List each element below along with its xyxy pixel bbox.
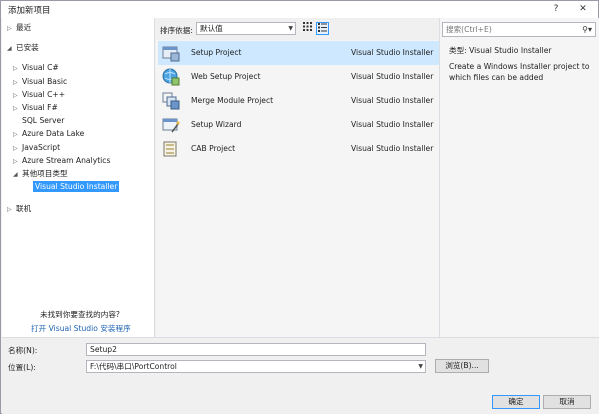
title-bar: 添加新项目 ? ✕ — [1, 1, 598, 18]
tree-item-visual-fsharp[interactable]: ▷ Visual F# — [13, 102, 58, 114]
ok-button[interactable]: 确定 — [492, 395, 540, 409]
template-cab-project[interactable]: CAB Project Visual Studio Installer — [158, 137, 439, 161]
sort-label: 排序依据: — [160, 26, 193, 35]
tree-item-azure-data-lake[interactable]: ▷ Azure Data Lake — [13, 128, 84, 140]
tree-item-sql-server[interactable]: SQL Server — [13, 115, 64, 127]
expand-arrow-icon[interactable]: ▷ — [13, 129, 22, 141]
tree-item-visual-cpp[interactable]: ▷ Visual C++ — [13, 89, 65, 101]
grid-view-icon[interactable] — [301, 22, 314, 35]
collapse-arrow-icon[interactable]: ◢ — [7, 43, 16, 55]
tree-item-visual-basic[interactable]: ▷ Visual Basic — [13, 76, 67, 88]
template-list-panel: 排序依据: 默认值 ▼ Setup Project Visual Studio … — [156, 18, 439, 337]
merge-module-icon — [162, 92, 180, 110]
tree-item-azure-stream-analytics[interactable]: ▷ Azure Stream Analytics — [13, 155, 110, 167]
chevron-down-icon: ▼ — [288, 25, 293, 32]
expand-arrow-icon[interactable]: ▷ — [13, 103, 22, 115]
template-setup-wizard[interactable]: Setup Wizard Visual Studio Installer — [158, 113, 439, 137]
browse-button[interactable]: 浏览(B)... — [435, 359, 489, 373]
chevron-down-icon[interactable]: ▼ — [418, 361, 423, 372]
cancel-button[interactable]: 取消 — [543, 395, 591, 409]
tree-item-recent[interactable]: ▷ 最近 — [7, 22, 31, 34]
tree-item-online[interactable]: ▷ 联机 — [7, 203, 31, 215]
location-field[interactable]: F:\代码\串口\PortControl ▼ — [86, 360, 426, 373]
tree-item-javascript[interactable]: ▷ JavaScript — [13, 142, 60, 154]
expand-arrow-icon[interactable]: ▷ — [7, 204, 16, 216]
project-form: 名称(N): Setup2 位置(L): F:\代码\串口\PortContro… — [2, 337, 599, 414]
setup-project-icon — [162, 44, 180, 62]
setup-wizard-icon — [162, 116, 180, 134]
location-label: 位置(L): — [8, 363, 36, 372]
template-type-label: 类型: Visual Studio Installer — [449, 46, 552, 55]
dialog-title: 添加新项目 — [8, 6, 51, 16]
template-web-setup-project[interactable]: Web Setup Project Visual Studio Installe… — [158, 65, 439, 89]
expand-arrow-icon[interactable]: ▷ — [13, 90, 22, 102]
tree-item-visual-studio-installer[interactable]: Visual Studio Installer — [24, 181, 120, 193]
category-tree: ▷ 最近 ◢ 已安装 ▷ Visual C# ▷ Visual Basic ▷ Visua… — [2, 18, 155, 337]
name-label: 名称(N): — [8, 346, 38, 355]
template-description: Create a Windows Installer project to wh… — [449, 62, 590, 82]
help-button[interactable]: ? — [545, 1, 567, 18]
tree-item-other-project-types[interactable]: ◢ 其他项目类型 — [13, 168, 68, 180]
close-button[interactable]: ✕ — [572, 1, 594, 18]
sort-bar: 排序依据: 默认值 ▼ — [156, 18, 439, 40]
details-panel: 搜索(Ctrl+E) ⚲▾ 类型: Visual Studio Installe… — [439, 18, 599, 337]
cab-project-icon — [162, 140, 180, 158]
template-setup-project[interactable]: Setup Project Visual Studio Installer — [158, 41, 439, 65]
collapse-arrow-icon[interactable]: ◢ — [13, 169, 22, 181]
name-field[interactable]: Setup2 — [86, 343, 426, 356]
search-input[interactable]: 搜索(Ctrl+E) ⚲▾ — [442, 22, 596, 37]
expand-arrow-icon[interactable]: ▷ — [13, 156, 22, 168]
list-view-icon[interactable] — [316, 22, 329, 35]
not-found-text: 未找到你要查找的内容? — [40, 310, 120, 319]
open-installer-link[interactable]: 打开 Visual Studio 安装程序 — [31, 323, 131, 334]
web-setup-icon — [162, 68, 180, 86]
expand-arrow-icon[interactable]: ▷ — [7, 23, 16, 35]
expand-arrow-icon[interactable]: ▷ — [13, 77, 22, 89]
sort-select[interactable]: 默认值 ▼ — [196, 22, 296, 35]
tree-item-installed[interactable]: ◢ 已安装 — [7, 42, 39, 54]
expand-arrow-icon[interactable]: ▷ — [13, 143, 22, 155]
search-icon[interactable]: ⚲▾ — [582, 23, 592, 36]
tree-item-visual-csharp[interactable]: ▷ Visual C# — [13, 62, 59, 74]
template-merge-module-project[interactable]: Merge Module Project Visual Studio Insta… — [158, 89, 439, 113]
expand-arrow-icon[interactable]: ▷ — [13, 63, 22, 75]
add-new-project-dialog: 添加新项目 ? ✕ ▷ 最近 ◢ 已安装 ▷ Visual C# ▷ Visual Ba… — [0, 0, 599, 414]
